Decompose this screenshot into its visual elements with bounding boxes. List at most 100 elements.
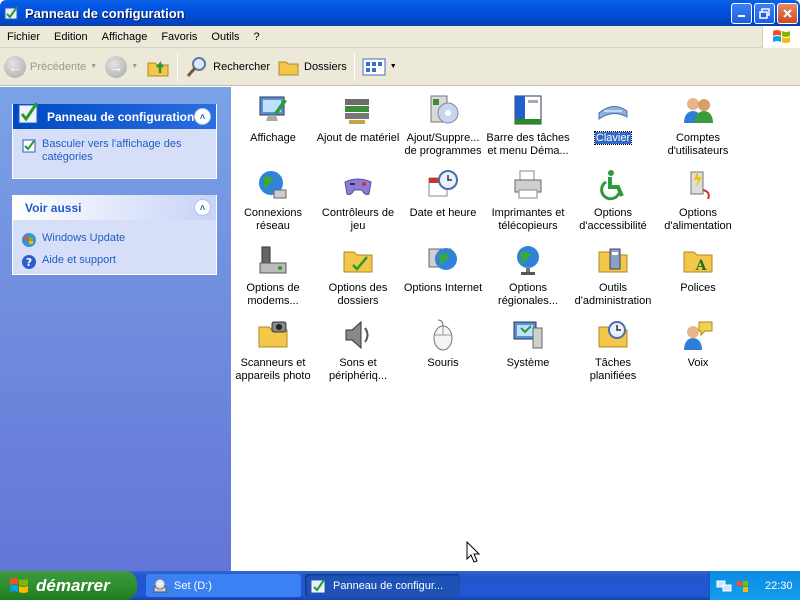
mouse-icon xyxy=(425,317,461,353)
item-comptes-utilisateurs[interactable]: Comptes d'utilisateurs xyxy=(656,92,740,158)
control-panel-icon xyxy=(18,101,39,123)
search-button[interactable]: Rechercher xyxy=(181,50,274,84)
menu-edition[interactable]: Edition xyxy=(47,26,95,48)
minimize-button[interactable] xyxy=(731,3,752,24)
start-button[interactable]: démarrer xyxy=(0,571,137,600)
help-support-label: Aide et support xyxy=(42,254,116,266)
title-bar[interactable]: Panneau de configuration xyxy=(0,0,800,26)
folders-button[interactable]: Dossiers xyxy=(274,50,351,84)
item-label: Options d'accessibilité xyxy=(579,207,647,232)
item-label: Ajout de matériel xyxy=(316,132,400,144)
windows-flag-icon xyxy=(772,30,790,43)
item-label: Options de modems... xyxy=(246,282,300,307)
item-taches-planifiees[interactable]: Tâches planifiées xyxy=(571,317,655,383)
taskbar-item-control-panel[interactable]: Panneau de configur... xyxy=(305,574,460,597)
back-button[interactable]: ← Précédente ▼ xyxy=(0,50,101,84)
scanner-icon xyxy=(255,317,291,353)
help-icon: ? xyxy=(22,255,36,269)
network-tray-icon[interactable] xyxy=(716,578,732,594)
control-panel-icon xyxy=(311,578,325,592)
control-panel-box-header[interactable]: Panneau de configuration ˄ xyxy=(13,101,216,129)
internet-icon xyxy=(425,242,461,278)
control-panel-items: Affichage Ajout de matériel Ajout/Suppre… xyxy=(231,87,800,571)
collapse-icon[interactable]: ˄ xyxy=(194,108,211,125)
menu-affichage[interactable]: Affichage xyxy=(95,26,155,48)
item-sons[interactable]: Sons et périphériq... xyxy=(316,317,400,383)
fonts-folder-icon: A xyxy=(680,242,716,278)
item-connexions-reseau[interactable]: Connexions réseau xyxy=(231,167,315,233)
item-imprimantes[interactable]: Imprimantes et télécopieurs xyxy=(486,167,570,233)
item-label: Clavier xyxy=(593,131,633,145)
switch-category-view-link[interactable]: Basculer vers l'affichage des catégories xyxy=(13,135,216,167)
minimize-icon xyxy=(738,15,745,17)
item-outils-administration[interactable]: Outils d'administration xyxy=(571,242,655,308)
item-ajout-materiel[interactable]: Ajout de matériel xyxy=(316,92,400,145)
item-options-regionales[interactable]: Options régionales... xyxy=(486,242,570,308)
windows-update-tray-icon[interactable] xyxy=(735,578,751,594)
svg-text:?: ? xyxy=(26,256,32,269)
restore-button[interactable] xyxy=(754,3,775,24)
add-remove-programs-icon xyxy=(425,92,461,128)
taskbar-item-label: Panneau de configur... xyxy=(333,579,444,592)
item-options-dossiers[interactable]: Options des dossiers xyxy=(316,242,400,308)
game-controller-icon xyxy=(340,167,376,203)
item-label: Options régionales... xyxy=(498,282,558,307)
back-label: Précédente xyxy=(30,60,87,73)
svg-text:A: A xyxy=(695,258,708,274)
item-scanneurs[interactable]: Scanneurs et appareils photo xyxy=(231,317,315,383)
item-alimentation[interactable]: Options d'alimentation xyxy=(656,167,740,233)
collapse-icon[interactable]: ˄ xyxy=(194,199,211,216)
item-polices[interactable]: A Polices xyxy=(656,242,740,295)
item-affichage[interactable]: Affichage xyxy=(231,92,315,145)
system-icon xyxy=(510,317,546,353)
item-label: Tâches planifiées xyxy=(589,357,637,382)
item-options-internet[interactable]: Options Internet xyxy=(401,242,485,295)
menu-fichier[interactable]: Fichier xyxy=(0,26,47,48)
close-button[interactable] xyxy=(777,3,798,24)
forward-button[interactable]: → ▼ xyxy=(101,50,142,84)
item-souris[interactable]: Souris xyxy=(401,317,485,370)
item-date-et-heure[interactable]: Date et heure xyxy=(401,167,485,220)
windows-logo xyxy=(762,26,800,48)
help-support-link[interactable]: ? Aide et support xyxy=(13,251,216,273)
chevron-down-icon: ▼ xyxy=(389,63,397,70)
clock[interactable]: 22:30 xyxy=(765,580,793,592)
item-label: Sons et périphériq... xyxy=(328,357,388,382)
views-button[interactable]: ▼ xyxy=(358,50,401,84)
item-label: Comptes d'utilisateurs xyxy=(667,132,729,157)
menu-favoris[interactable]: Favoris xyxy=(154,26,204,48)
taskbar-item-set-drive[interactable]: Set (D:) xyxy=(146,574,301,597)
restore-icon xyxy=(759,8,770,19)
see-also-header[interactable]: Voir aussi ˄ xyxy=(13,195,216,220)
mouse-cursor-icon xyxy=(466,541,480,563)
item-clavier[interactable]: Clavier xyxy=(571,92,655,145)
up-folder-button[interactable] xyxy=(142,50,174,84)
item-accessibilite[interactable]: Options d'accessibilité xyxy=(571,167,655,233)
item-label: Souris xyxy=(427,357,459,369)
close-icon xyxy=(783,9,792,18)
control-panel-box: Panneau de configuration ˄ Basculer vers… xyxy=(12,101,217,179)
item-voix[interactable]: Voix xyxy=(656,317,740,370)
windows-update-label: Windows Update xyxy=(42,232,126,244)
menu-help[interactable]: ? xyxy=(247,26,267,48)
start-label: démarrer xyxy=(36,575,110,595)
search-icon xyxy=(187,56,207,77)
item-barre-des-taches[interactable]: Barre des tâches et menu Déma... xyxy=(486,92,570,158)
item-label: Barre des tâches et menu Déma... xyxy=(486,132,570,157)
item-options-modems[interactable]: Options de modems... xyxy=(231,242,315,308)
windows-update-link[interactable]: Windows Update xyxy=(13,229,216,251)
item-controleurs-de-jeu[interactable]: Contrôleurs de jeu xyxy=(316,167,400,233)
item-label: Affichage xyxy=(250,132,296,144)
item-systeme[interactable]: Système xyxy=(486,317,570,370)
control-panel-box-title: Panneau de configuration xyxy=(47,109,195,124)
search-label: Rechercher xyxy=(213,60,270,73)
item-label: Ajout/Suppre... de programmes xyxy=(404,132,482,157)
item-label: Options des dossiers xyxy=(328,282,388,307)
printer-icon xyxy=(510,167,546,203)
folders-icon xyxy=(278,61,299,75)
menu-outils[interactable]: Outils xyxy=(204,26,246,48)
item-label: Voix xyxy=(687,357,709,369)
system-tray: 22:30 xyxy=(709,571,800,600)
item-label: Contrôleurs de jeu xyxy=(321,207,395,232)
item-ajout-suppression-programmes[interactable]: Ajout/Suppre... de programmes xyxy=(401,92,485,158)
